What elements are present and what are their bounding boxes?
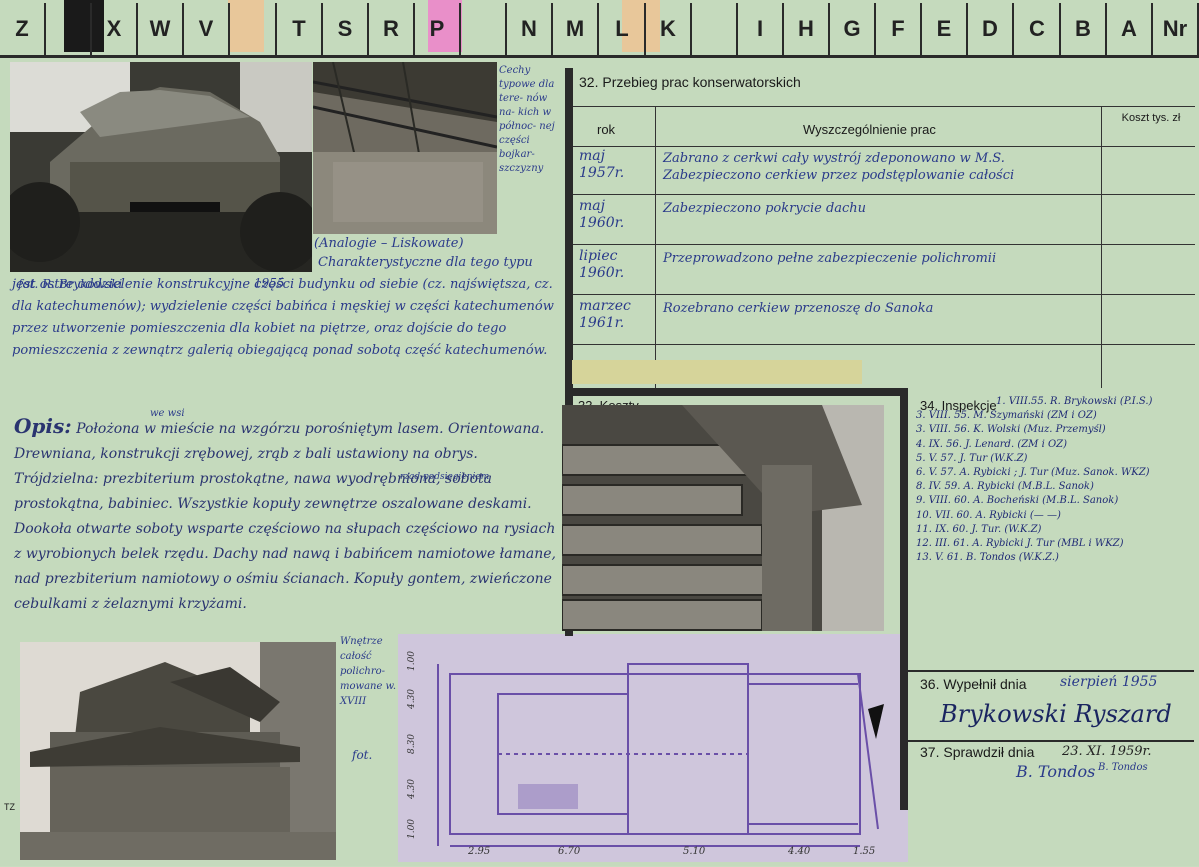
index-letter: R: [369, 3, 415, 55]
opis-block: Opis: Położona w mieście na wzgórzu poro…: [14, 414, 559, 617]
row-year: maj 1957r.: [579, 148, 625, 181]
index-letter: Nr: [1153, 3, 1199, 55]
index-letter: G: [830, 3, 876, 55]
plan-dimension: 2.95: [468, 846, 491, 857]
inventory-card: Z X W V T S R P N M L K I H G F E D C B A Nr fot. R. Brykowsk…: [0, 0, 1199, 866]
table-rule: [573, 194, 1195, 195]
opis-text: Położona w mieście na wzgórzu porośnięty…: [14, 421, 556, 612]
col-header-cost: Koszt tys. zł: [1121, 112, 1181, 124]
section36-signature: Brykowski Ryszard: [940, 700, 1172, 728]
plan-dimension: 1.55: [853, 846, 876, 857]
index-letter: [46, 3, 92, 55]
inspection-entry: 11. IX. 60. J. Tur. (W.K.Z): [916, 523, 1042, 535]
analogy-note: (Analogie – Liskowate): [314, 236, 464, 251]
index-letter: V: [184, 3, 230, 55]
letter-index-row: Z X W V T S R P N M L K I H G F E D C B A Nr: [0, 0, 1199, 58]
row-description: Zabrano z cerkwi cały wystrój zdeponowan…: [663, 151, 1015, 183]
inspection-entry: 5. V. 57. J. Tur (W.K.Z): [916, 452, 1028, 464]
plan-dimension: 5.10: [683, 846, 706, 857]
index-letter: [461, 3, 507, 55]
photo-church-interior: [313, 62, 497, 234]
header-divider: [0, 55, 1199, 58]
index-letter: P: [415, 3, 461, 55]
table-rule: [573, 344, 1195, 345]
index-letter: X: [92, 3, 138, 55]
row-year: maj 1960r.: [579, 198, 625, 231]
photo-log-corner: [562, 405, 884, 631]
photo-side-note: Cechy typowe dla tere- nów na- kich w pó…: [499, 65, 555, 174]
col-header-year: rok: [597, 122, 616, 137]
index-letter: L: [600, 3, 646, 55]
index-letter: H: [784, 3, 830, 55]
row-description: Przeprowadzono pełne zabezpieczenie poli…: [663, 251, 997, 266]
photo-church-exterior: [10, 62, 312, 272]
index-letter: S: [323, 3, 369, 55]
row-description: Zabezpieczono pokrycie dachu: [663, 201, 867, 216]
col-header-desc: Wyszczególnienie prac: [803, 122, 936, 137]
floor-plan: 2.95 6.70 5.10 4.40 1.55 1.00 4.30 8.30 4.30 1.0…: [398, 634, 908, 862]
inspection-entry: 12. III. 61. A. Rybicki J. Tur (MBL i WK…: [916, 538, 1124, 549]
plan-dimension: 4.30: [407, 688, 418, 710]
index-letter: K: [646, 3, 692, 55]
inspection-entry: 9. VIII. 60. A. Bocheński (M.B.L. Sanok): [916, 495, 1119, 507]
index-letter: F: [876, 3, 922, 55]
characteristic-text: Charakterystyczne dla tego typu jest ost…: [12, 255, 554, 358]
index-letter: M: [553, 3, 599, 55]
index-letter: E: [922, 3, 968, 55]
index-letter: [692, 3, 738, 55]
inspection-entry: 3. VIII. 56. K. Wolski (Muz. Przemyśl): [916, 424, 1106, 436]
divider-bar: [900, 388, 908, 810]
section36-label: 36. Wypełnił dnia: [920, 676, 1027, 692]
index-letter: [231, 3, 277, 55]
plan-dimension: 1.00: [407, 818, 418, 840]
section37-signature: B. Tondos: [1016, 762, 1096, 781]
table-rule: [1101, 106, 1102, 388]
photo-bottom-fot: fot.: [352, 748, 373, 762]
section36-date: sierpień 1955: [1060, 674, 1158, 690]
index-letter: B: [1061, 3, 1107, 55]
inspection-entry: 8. IV. 59. A. Rybicki (M.B.L. Sanok): [916, 481, 1094, 493]
divider-line: [908, 740, 1194, 742]
table-rule: [573, 294, 1195, 295]
opis-label: Opis:: [14, 414, 72, 438]
table-rule: [655, 106, 656, 388]
plan-dimension: 4.30: [407, 778, 418, 800]
inspection-entry: 4. IX. 56. J. Lenard. (ZM i OZ): [916, 438, 1068, 450]
inspection-entry: 10. VII. 60. A. Rybicki (— —): [916, 509, 1061, 521]
side-mark: TZ: [4, 802, 15, 812]
plan-dimension: 1.00: [407, 650, 418, 672]
section37-label: 37. Sprawdził dnia: [920, 744, 1035, 760]
inspection-entry: 3. VIII. 55. M. Szymański (ZM i OZ): [916, 410, 1097, 422]
section37-signature-print: B. Tondos: [1098, 762, 1148, 773]
plan-dimension: 6.70: [558, 846, 581, 857]
index-letter: A: [1107, 3, 1153, 55]
index-letter: Z: [0, 3, 46, 55]
index-letter: N: [507, 3, 553, 55]
index-letter: T: [277, 3, 323, 55]
table-rule: [573, 244, 1195, 245]
divider-bar: [565, 388, 907, 396]
index-letter: I: [738, 3, 784, 55]
inspection-entry: 6. V. 57. A. Rybicki ; J. Tur (Muz. Sano…: [916, 467, 1150, 478]
index-letter: C: [1015, 3, 1061, 55]
photo-bottom-note: Wnętrze całość polichro- mowane w. XVIII: [340, 636, 397, 707]
photo-church-bottom: [20, 642, 336, 860]
highlight-strip: [572, 360, 862, 384]
row-year: lipiec 1960r.: [579, 248, 625, 281]
works-table: 32. Przebieg prac konserwatorskich rok W…: [565, 68, 1195, 388]
row-year: marzec 1961r.: [579, 298, 631, 331]
row-description: Rozebrano cerkiew przenoszę do Sanoka: [663, 301, 934, 316]
divider-line: [908, 670, 1194, 672]
plan-dimension: 8.30: [407, 733, 418, 755]
index-letter: W: [138, 3, 184, 55]
section37-date: 23. XI. 1959r.: [1062, 744, 1152, 759]
section32-title: 32. Przebieg prac konserwatorskich: [579, 74, 801, 90]
inspection-entry: 13. V. 61. B. Tondos (W.K.Z.): [916, 552, 1059, 564]
plan-dimension: 4.40: [788, 846, 811, 857]
index-letter: D: [968, 3, 1014, 55]
inspection-entry: 1. VIII.55. R. Brykowski (P.I.S.): [996, 396, 1153, 407]
